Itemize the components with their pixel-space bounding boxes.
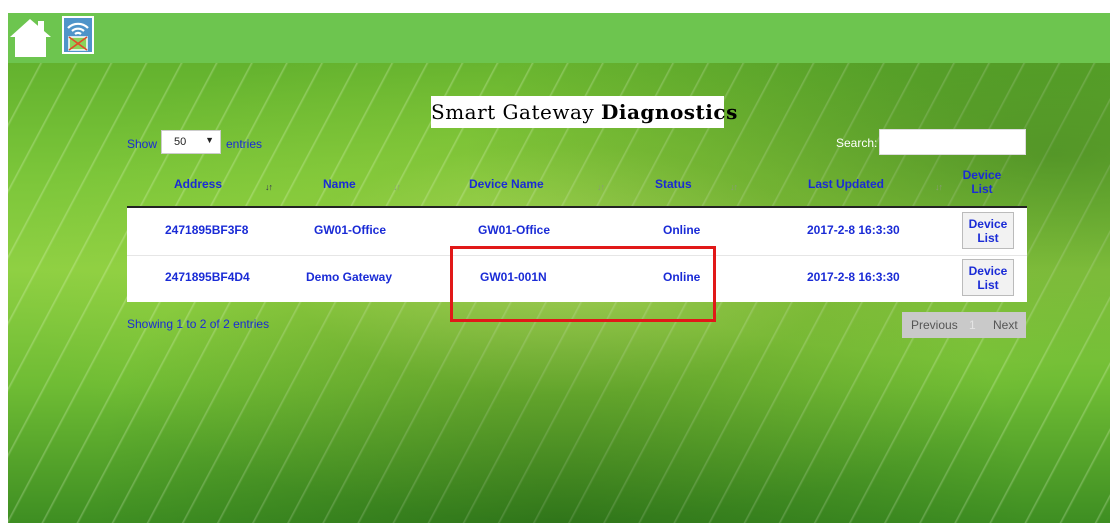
header-device-list-line-1: Device (962, 168, 1002, 182)
search-label: Search: (836, 136, 878, 150)
header-address[interactable]: Address (174, 177, 222, 191)
gateway-button[interactable] (62, 16, 94, 54)
header-device-name[interactable]: Device Name (469, 177, 544, 191)
sort-icon: ↓↑ (730, 182, 738, 192)
cell-name: Demo Gateway (306, 270, 393, 284)
top-nav-bar (8, 13, 1110, 63)
cell-device-name: GW01-Office (478, 223, 551, 237)
cell-address: 2471895BF3F8 (165, 223, 249, 237)
page-size-select[interactable]: 50 ▼ (161, 130, 221, 154)
home-button[interactable] (8, 15, 53, 59)
device-list-button-line-2: List (977, 231, 999, 245)
title-part-1: Smart Gateway (431, 100, 595, 124)
sort-icon: ↓↑ (935, 182, 943, 192)
header-status[interactable]: Status (655, 177, 692, 191)
device-list-button-line-1: Device (968, 217, 1008, 231)
highlight-box (450, 246, 716, 322)
chevron-down-icon: ▼ (205, 135, 214, 145)
cell-address: 2471895BF4D4 (165, 270, 250, 284)
device-list-button-line-1: Device (968, 264, 1008, 278)
page-1-button[interactable]: 1 (969, 318, 976, 332)
table-info: Showing 1 to 2 of 2 entries (127, 317, 270, 331)
cell-status: Online (663, 223, 701, 237)
device-list-button-line-2: List (977, 278, 999, 292)
home-icon (10, 19, 51, 57)
cell-last-updated: 2017-2-8 16:3:30 (807, 223, 900, 237)
sort-asc-icon: ↓↑ (265, 182, 273, 192)
next-button[interactable]: Next (993, 318, 1018, 332)
show-label: Show (127, 137, 158, 151)
header-device-list-line-2: List (971, 182, 993, 196)
device-list-button[interactable]: Device List (962, 212, 1014, 249)
header-name[interactable]: Name (323, 177, 356, 191)
sort-icon: ↓↑ (597, 182, 605, 192)
header-device-list: Device List (962, 168, 1002, 196)
search-input[interactable] (879, 129, 1026, 155)
entries-label: entries (226, 137, 263, 151)
sort-icon: ↓↑ (393, 182, 401, 192)
cell-last-updated: 2017-2-8 16:3:30 (807, 270, 900, 284)
page-size-value: 50 (174, 136, 187, 148)
previous-button[interactable]: Previous (911, 318, 958, 332)
header-last-updated[interactable]: Last Updated (808, 177, 884, 191)
device-list-button[interactable]: Device List (962, 259, 1014, 296)
pagination: Previous 1 Next (902, 312, 1026, 338)
title-part-2: Diagnostics (601, 100, 738, 124)
wifi-gateway-icon (67, 22, 89, 51)
page-title: Smart Gateway Diagnostics (431, 96, 737, 128)
cell-name: GW01-Office (314, 223, 387, 237)
